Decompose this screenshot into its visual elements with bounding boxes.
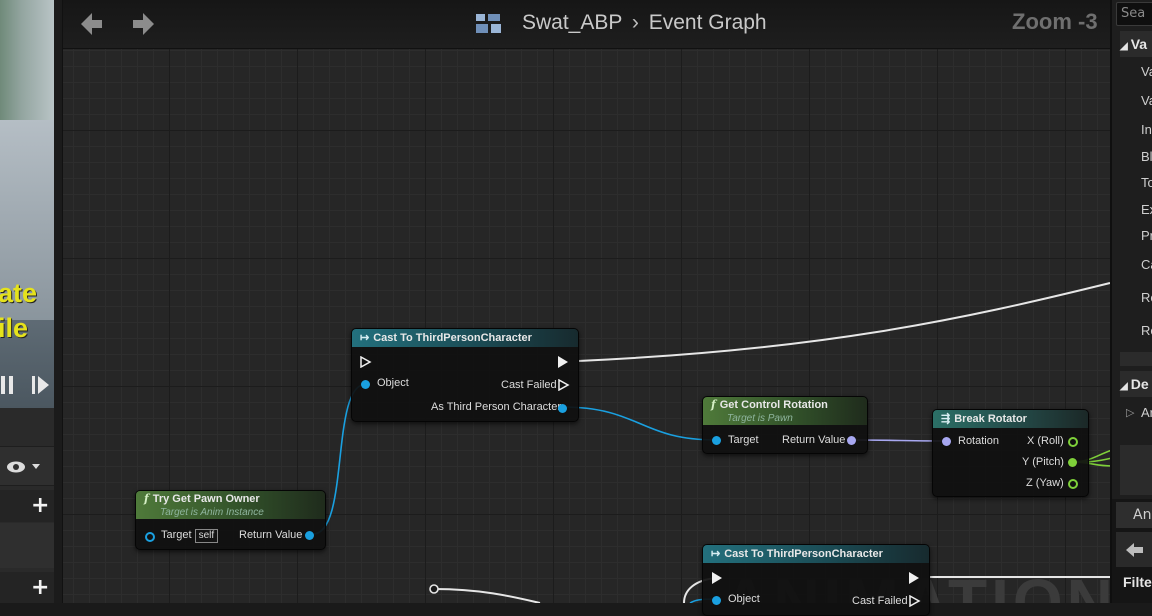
section-title: Va — [1130, 36, 1148, 52]
pin-label-return-value: Return Value — [782, 434, 846, 446]
breadcrumb: Swat_ABP › Event Graph — [522, 11, 767, 35]
search-box[interactable]: Sea — [1116, 2, 1152, 26]
zoom-level: Zoom -3 — [1012, 9, 1098, 34]
return-value-pin[interactable] — [305, 531, 314, 540]
pin-label-object: Object — [728, 593, 760, 605]
pin-label-return-value: Return Value — [239, 529, 303, 541]
details-block — [1120, 445, 1152, 495]
function-icon: f — [144, 492, 149, 505]
breadcrumb-graph: Event Graph — [648, 11, 767, 34]
pin-label-target: Target self — [161, 529, 219, 543]
object-pin[interactable] — [712, 596, 721, 605]
details-item[interactable]: Ar — [1141, 405, 1152, 420]
filter-label[interactable]: Filte — [1123, 574, 1152, 590]
collapse-triangle-icon: ◢ — [1120, 381, 1128, 392]
cast-failed-pin[interactable] — [558, 378, 570, 392]
list-item[interactable]: Re — [1141, 290, 1152, 305]
list-item[interactable]: Va — [1141, 64, 1152, 79]
cast-icon: ↦ — [711, 548, 721, 560]
node-header: ↦ Cast To ThirdPersonCharacter — [352, 329, 578, 347]
list-item[interactable]: Va — [1141, 93, 1152, 108]
exec-wire-bottom — [433, 588, 541, 603]
arrow-right-icon[interactable] — [133, 12, 155, 36]
node-cast-to-thirdpersoncharacter[interactable]: ↦ Cast To ThirdPersonCharacter Object Cas… — [351, 328, 579, 422]
node-header: f Try Get Pawn Owner Target is Anim Instan… — [136, 491, 325, 519]
exec-out-pin[interactable] — [558, 356, 568, 368]
object-pin[interactable] — [361, 380, 370, 389]
graph-toolbar: Swat_ABP › Event Graph Zoom -3 — [63, 0, 1110, 49]
node-try-get-pawn-owner[interactable]: f Try Get Pawn Owner Target is Anim Instan… — [135, 490, 326, 550]
pin-label-object: Object — [377, 377, 409, 389]
list-item[interactable]: To — [1141, 175, 1152, 190]
pin-label-x-roll: X (Roll) — [1027, 435, 1064, 447]
collapse-triangle-icon: ◢ — [1120, 41, 1128, 52]
x-roll-pin[interactable] — [1068, 437, 1078, 447]
expand-arrow-icon[interactable]: ▷ — [1126, 406, 1134, 419]
node-header: f Get Control Rotation Target is Pawn — [703, 397, 867, 425]
node-cast-to-thirdpersoncharacter-2[interactable]: ↦ Cast To ThirdPersonCharacter Object Cas… — [702, 544, 930, 616]
z-yaw-pin[interactable] — [1068, 479, 1078, 489]
target-pin[interactable] — [145, 532, 155, 542]
pin-label-z-yaw: Z (Yaw) — [1026, 477, 1064, 489]
target-pin[interactable] — [712, 436, 721, 445]
rotation-pin[interactable] — [942, 437, 951, 446]
pin-label-y-pitch: Y (Pitch) — [1022, 456, 1064, 468]
exec-in-pin[interactable] — [712, 572, 722, 584]
tab-label: An — [1133, 507, 1152, 523]
y-pitch-pin[interactable] — [1068, 458, 1077, 467]
list-item[interactable]: Ex — [1141, 202, 1152, 217]
node-title: Cast To ThirdPersonCharacter — [724, 548, 883, 560]
section-details-header[interactable]: ◢ De — [1120, 371, 1152, 397]
node-subtitle: Target is Pawn — [727, 413, 793, 424]
node-header: ↦ Cast To ThirdPersonCharacter — [703, 545, 929, 563]
breadcrumb-asset[interactable]: Swat_ABP — [522, 11, 622, 34]
pin-label-rotation: Rotation — [958, 435, 999, 447]
arrow-left-icon[interactable] — [1126, 542, 1144, 558]
self-default[interactable]: self — [194, 529, 219, 543]
return-value-pin[interactable] — [847, 436, 856, 445]
panel-nav-row — [1116, 532, 1152, 567]
node-title: Cast To ThirdPersonCharacter — [373, 332, 532, 344]
cast-failed-pin[interactable] — [909, 594, 921, 608]
list-item[interactable]: Bl — [1141, 149, 1152, 164]
reroute-node[interactable] — [429, 584, 439, 594]
node-break-rotator[interactable]: ⇶ Break Rotator Rotation X (Roll) Y (Pitc… — [932, 409, 1089, 497]
pin-label-target: Target — [728, 434, 759, 446]
node-header: ⇶ Break Rotator — [933, 410, 1088, 428]
exec-in-pin[interactable] — [360, 355, 372, 369]
panel-divider — [1120, 352, 1152, 366]
anim-tab[interactable]: An — [1116, 502, 1152, 528]
list-item[interactable]: Re — [1141, 323, 1152, 338]
pin-label-cast-failed: Cast Failed — [501, 379, 557, 391]
node-title: Break Rotator — [954, 413, 1027, 425]
as-character-pin[interactable] — [558, 404, 567, 413]
exec-wire-cast1-out — [577, 282, 1111, 362]
arrow-left-icon[interactable] — [81, 12, 103, 36]
node-get-control-rotation[interactable]: f Get Control Rotation Target is Pawn Targ… — [702, 396, 868, 454]
node-title: Try Get Pawn Owner — [152, 493, 260, 505]
list-item[interactable]: Ca — [1141, 257, 1152, 272]
break-icon: ⇶ — [941, 413, 951, 425]
pin-label-cast-failed: Cast Failed — [852, 595, 908, 607]
search-placeholder: Sea — [1121, 6, 1146, 21]
node-subtitle: Target is Anim Instance — [160, 507, 264, 518]
section-variables-header[interactable]: ◢ Va — [1120, 31, 1152, 57]
cast-icon: ↦ — [360, 332, 370, 344]
exec-out-pin[interactable] — [909, 572, 919, 584]
node-title: Get Control Rotation — [719, 399, 828, 411]
object-wire-cast-to-rot — [561, 406, 717, 441]
breadcrumb-separator: › — [631, 11, 639, 34]
my-blueprint-panel: Sea ◢Va Va Va In Bl To Ex Pr Ca Re Re ◢D… — [1110, 0, 1152, 603]
list-item[interactable]: Pr — [1141, 228, 1152, 243]
blueprint-graph-icon — [476, 14, 501, 33]
list-item[interactable]: In — [1141, 122, 1152, 137]
section-title: De — [1130, 376, 1149, 392]
function-icon: f — [711, 398, 716, 411]
pin-label-as-character: As Third Person Character — [431, 401, 562, 413]
